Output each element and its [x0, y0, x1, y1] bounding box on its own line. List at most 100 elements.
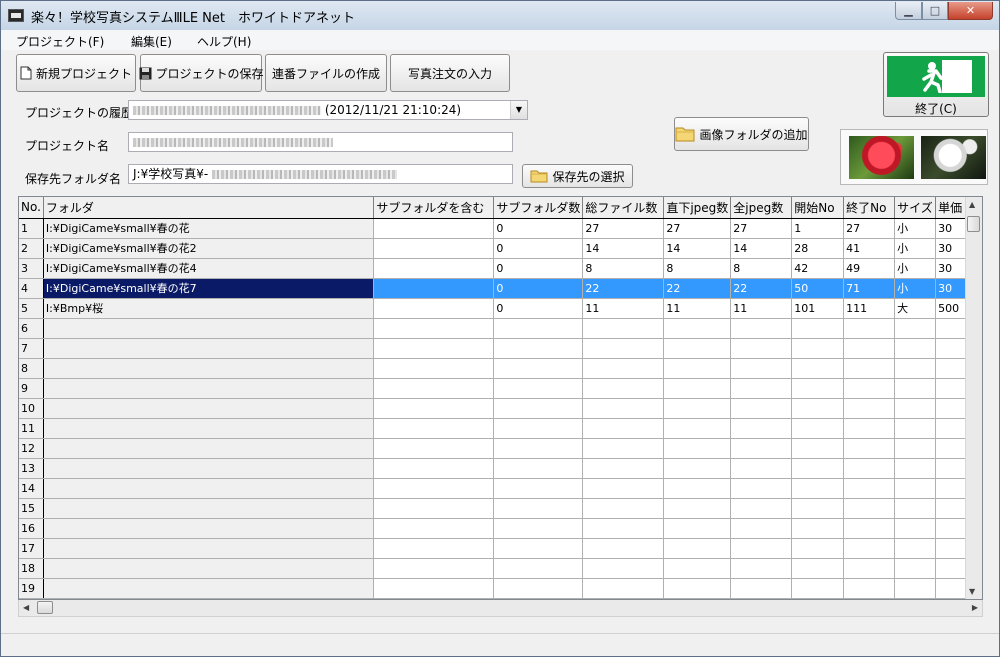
cell-subfolder-count[interactable] [493, 498, 584, 519]
cell-folder[interactable]: I:¥DigiCame¥small¥春の花2 [43, 238, 375, 259]
cell-folder[interactable] [43, 358, 375, 379]
cell-size[interactable] [894, 518, 937, 539]
cell-end-no[interactable]: 41 [843, 238, 896, 259]
cell-subfolder-count[interactable]: 0 [493, 278, 584, 299]
cell-folder[interactable] [43, 498, 375, 519]
scroll-left-icon[interactable]: ◀ [23, 603, 29, 612]
table-row[interactable]: 4 I:¥DigiCame¥small¥春の花7 0 22 22 22 50 71 小 30 [19, 278, 982, 299]
cell-subfolder-count[interactable] [493, 318, 584, 339]
cell-end-no[interactable] [843, 478, 896, 499]
cell-direct-jpeg[interactable] [663, 538, 732, 559]
cell-direct-jpeg[interactable] [663, 458, 732, 479]
header-col-total-files[interactable]: 総ファイル数 [582, 197, 665, 219]
cell-include-subfolders[interactable] [373, 298, 495, 319]
cell-folder[interactable] [43, 478, 375, 499]
project-name-input[interactable] [128, 132, 513, 152]
table-row[interactable]: 8 [19, 358, 982, 379]
cell-direct-jpeg[interactable] [663, 338, 732, 359]
cell-direct-jpeg[interactable]: 22 [663, 278, 732, 299]
cell-all-jpeg[interactable] [730, 518, 793, 539]
cell-direct-jpeg[interactable]: 14 [663, 238, 732, 259]
cell-end-no[interactable]: 27 [843, 218, 896, 239]
cell-total-files[interactable] [582, 478, 665, 499]
cell-subfolder-count[interactable] [493, 578, 584, 599]
cell-include-subfolders[interactable] [373, 438, 495, 459]
cell-all-jpeg[interactable] [730, 378, 793, 399]
cell-end-no[interactable]: 111 [843, 298, 896, 319]
cell-direct-jpeg[interactable]: 27 [663, 218, 732, 239]
cell-start-no[interactable] [791, 558, 845, 579]
cell-size[interactable]: 小 [894, 278, 937, 299]
table-row[interactable]: 1 I:¥DigiCame¥small¥春の花 0 27 27 27 1 27 小 30 [19, 218, 982, 239]
cell-total-files[interactable] [582, 498, 665, 519]
cell-direct-jpeg[interactable] [663, 318, 732, 339]
cell-subfolder-count[interactable]: 0 [493, 258, 584, 279]
cell-subfolder-count[interactable] [493, 398, 584, 419]
close-button[interactable]: ✕ [948, 2, 993, 20]
cell-subfolder-count[interactable] [493, 458, 584, 479]
cell-subfolder-count[interactable] [493, 518, 584, 539]
cell-all-jpeg[interactable] [730, 438, 793, 459]
cell-all-jpeg[interactable] [730, 578, 793, 599]
cell-subfolder-count[interactable] [493, 558, 584, 579]
cell-include-subfolders[interactable] [373, 338, 495, 359]
cell-start-no[interactable] [791, 338, 845, 359]
cell-start-no[interactable] [791, 518, 845, 539]
cell-end-no[interactable] [843, 538, 896, 559]
table-row[interactable]: 6 [19, 318, 982, 339]
chevron-down-icon[interactable]: ▼ [510, 101, 527, 119]
cell-total-files[interactable] [582, 318, 665, 339]
cell-end-no[interactable] [843, 418, 896, 439]
cell-all-jpeg[interactable] [730, 318, 793, 339]
cell-total-files[interactable]: 8 [582, 258, 665, 279]
cell-folder[interactable] [43, 578, 375, 599]
cell-subfolder-count[interactable] [493, 438, 584, 459]
cell-start-no[interactable] [791, 478, 845, 499]
header-col-include-subfolders[interactable]: サブフォルダを含む [373, 197, 495, 219]
cell-total-files[interactable]: 11 [582, 298, 665, 319]
cell-end-no[interactable]: 49 [843, 258, 896, 279]
cell-size[interactable] [894, 498, 937, 519]
cell-end-no[interactable] [843, 438, 896, 459]
table-row[interactable]: 16 [19, 518, 982, 539]
cell-subfolder-count[interactable]: 0 [493, 238, 584, 259]
cell-all-jpeg[interactable]: 27 [730, 218, 793, 239]
table-row[interactable]: 15 [19, 498, 982, 519]
cell-folder[interactable] [43, 338, 375, 359]
cell-total-files[interactable] [582, 438, 665, 459]
cell-include-subfolders[interactable] [373, 538, 495, 559]
cell-end-no[interactable] [843, 358, 896, 379]
cell-end-no[interactable] [843, 338, 896, 359]
cell-size[interactable] [894, 458, 937, 479]
cell-total-files[interactable] [582, 338, 665, 359]
cell-folder[interactable] [43, 458, 375, 479]
cell-total-files[interactable] [582, 558, 665, 579]
cell-size[interactable] [894, 418, 937, 439]
header-col-folder[interactable]: フォルダ [43, 197, 375, 219]
horizontal-scrollbar[interactable]: ◀ ▶ [18, 600, 983, 617]
cell-size[interactable] [894, 558, 937, 579]
cell-start-no[interactable] [791, 318, 845, 339]
table-row[interactable]: 19 [19, 578, 982, 599]
cell-include-subfolders[interactable] [373, 398, 495, 419]
cell-all-jpeg[interactable] [730, 418, 793, 439]
cell-total-files[interactable] [582, 398, 665, 419]
cell-folder[interactable]: I:¥DigiCame¥small¥春の花4 [43, 258, 375, 279]
cell-start-no[interactable] [791, 398, 845, 419]
cell-folder[interactable] [43, 418, 375, 439]
cell-start-no[interactable] [791, 538, 845, 559]
cell-direct-jpeg[interactable] [663, 518, 732, 539]
cell-include-subfolders[interactable] [373, 238, 495, 259]
cell-subfolder-count[interactable] [493, 478, 584, 499]
cell-direct-jpeg[interactable] [663, 418, 732, 439]
cell-size[interactable] [894, 398, 937, 419]
table-row[interactable]: 2 I:¥DigiCame¥small¥春の花2 0 14 14 14 28 41 小 30 [19, 238, 982, 259]
header-col-all-jpeg[interactable]: 全jpeg数 [730, 197, 793, 219]
cell-end-no[interactable] [843, 518, 896, 539]
cell-all-jpeg[interactable]: 8 [730, 258, 793, 279]
cell-include-subfolders[interactable] [373, 278, 495, 299]
cell-subfolder-count[interactable] [493, 378, 584, 399]
cell-include-subfolders[interactable] [373, 258, 495, 279]
cell-start-no[interactable]: 1 [791, 218, 845, 239]
minimize-button[interactable]: ▁ [895, 2, 922, 20]
